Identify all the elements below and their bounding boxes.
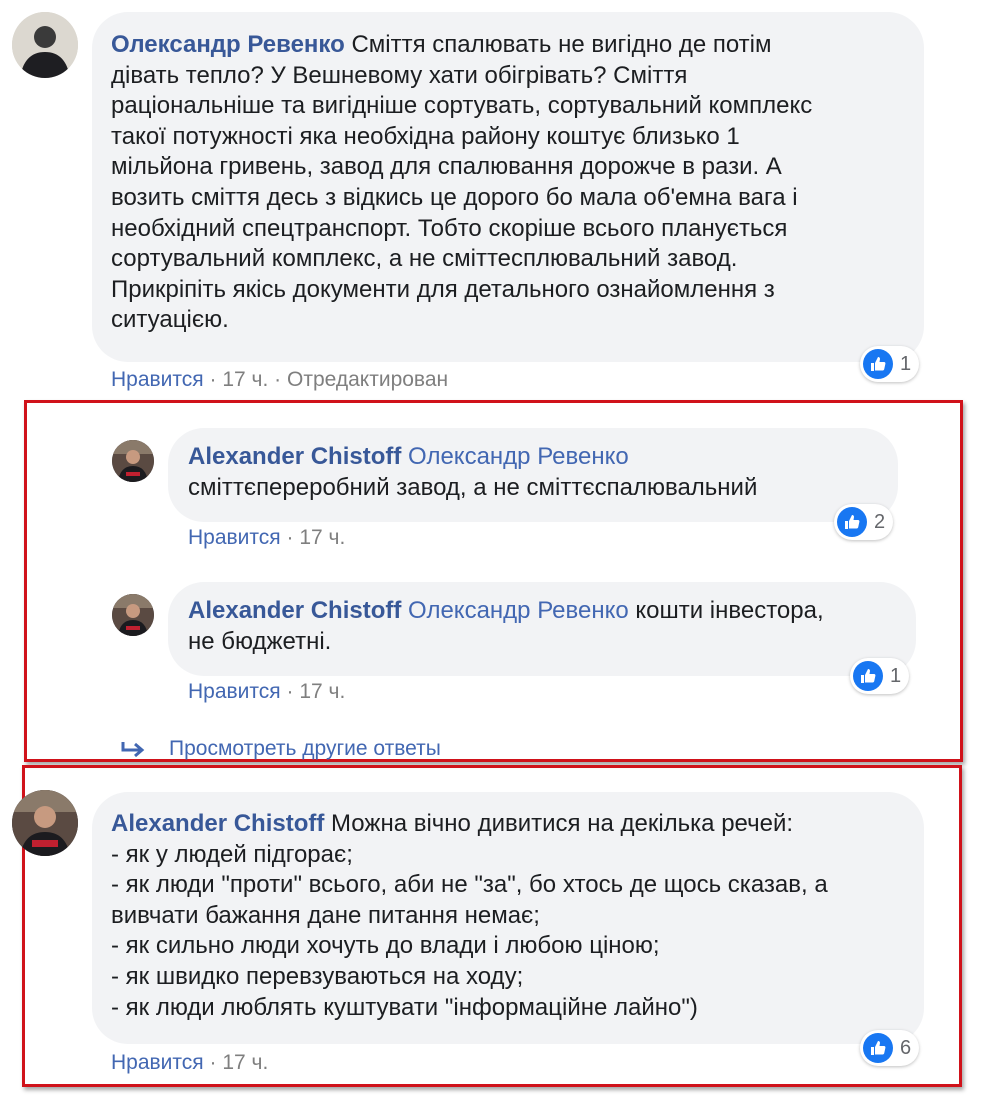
reply-author[interactable]: Alexander Chistoff [188, 597, 401, 624]
reply-arrow-icon [120, 740, 146, 760]
reply-text: Alexander Chistoff Олександр Ревенко кош… [188, 596, 896, 657]
thumbs-up-icon [863, 1033, 893, 1063]
comment-actions: Нравится · 17 ч. [111, 1051, 268, 1075]
user-photo-icon [112, 594, 154, 636]
separator: · [274, 368, 282, 391]
separator: · [286, 526, 294, 549]
thumbs-up-icon [853, 661, 883, 691]
separator: · [286, 680, 294, 703]
timestamp[interactable]: 17 ч. [222, 368, 268, 391]
avatar[interactable] [112, 440, 154, 482]
comment-actions: Нравится · 17 ч. · Отредактирован [111, 368, 448, 392]
reply-text: Alexander Chistoff Олександр Ревенко смі… [188, 442, 878, 503]
user-photo-icon [112, 440, 154, 482]
user-photo-icon [12, 790, 78, 856]
like-link[interactable]: Нравится [111, 1051, 204, 1074]
comment-body: - як у людей підгорає; - як люди "проти"… [111, 840, 828, 1021]
reply-body: сміттєпереробний завод, а не сміттєспалю… [188, 473, 758, 501]
edited-label[interactable]: Отредактирован [287, 368, 448, 391]
reaction-number: 2 [874, 510, 886, 533]
mention-link[interactable]: Олександр Ревенко [408, 597, 629, 624]
reaction-number: 1 [890, 664, 902, 687]
avatar[interactable] [12, 790, 78, 856]
separator: · [209, 368, 217, 391]
mention-link[interactable]: Олександр Ревенко [408, 443, 629, 470]
comment-text: Alexander Chistoff Можна вічно дивитися … [111, 809, 904, 1023]
reply-body: не бюджетні. [188, 627, 332, 655]
comment-body: Сміття спалювать не вигідно де потім дів… [111, 31, 813, 334]
reply-bubble: Alexander Chistoff Олександр Ревенко кош… [168, 582, 916, 676]
like-link[interactable]: Нравится [188, 526, 281, 549]
timestamp[interactable]: 17 ч. [222, 1051, 268, 1074]
timestamp[interactable]: 17 ч. [299, 680, 345, 703]
timestamp[interactable]: 17 ч. [299, 526, 345, 549]
comment-author[interactable]: Олександр Ревенко [111, 31, 345, 58]
like-link[interactable]: Нравится [188, 680, 281, 703]
reaction-count[interactable]: 6 [860, 1030, 920, 1066]
reaction-count[interactable]: 1 [860, 346, 920, 382]
comment-author[interactable]: Alexander Chistoff [111, 810, 324, 837]
reaction-count[interactable]: 1 [850, 658, 910, 694]
comment-bubble: Олександр Ревенко Сміття спалювать не ви… [92, 12, 924, 362]
reply-body-inline: кошти інвестора, [635, 597, 824, 624]
thumbs-up-icon [837, 507, 867, 537]
reaction-number: 1 [900, 352, 912, 375]
comment-bubble: Alexander Chistoff Можна вічно дивитися … [92, 792, 924, 1044]
reply-bubble: Alexander Chistoff Олександр Ревенко смі… [168, 428, 898, 522]
avatar[interactable] [112, 594, 154, 636]
reply-actions: Нравится · 17 ч. [188, 680, 345, 704]
separator: · [209, 1051, 217, 1074]
view-more-replies-link[interactable]: Просмотреть другие ответы [169, 737, 441, 761]
like-link[interactable]: Нравится [111, 368, 204, 391]
comment-body-inline: Можна вічно дивитися на декілька речей: [331, 810, 794, 837]
reaction-number: 6 [900, 1036, 912, 1059]
reply-actions: Нравится · 17 ч. [188, 526, 345, 550]
reaction-count[interactable]: 2 [834, 504, 894, 540]
user-photo-icon [12, 12, 78, 78]
avatar[interactable] [12, 12, 78, 78]
comment-text: Олександр Ревенко Сміття спалювать не ви… [111, 30, 904, 336]
thumbs-up-icon [863, 349, 893, 379]
reply-author[interactable]: Alexander Chistoff [188, 443, 401, 470]
